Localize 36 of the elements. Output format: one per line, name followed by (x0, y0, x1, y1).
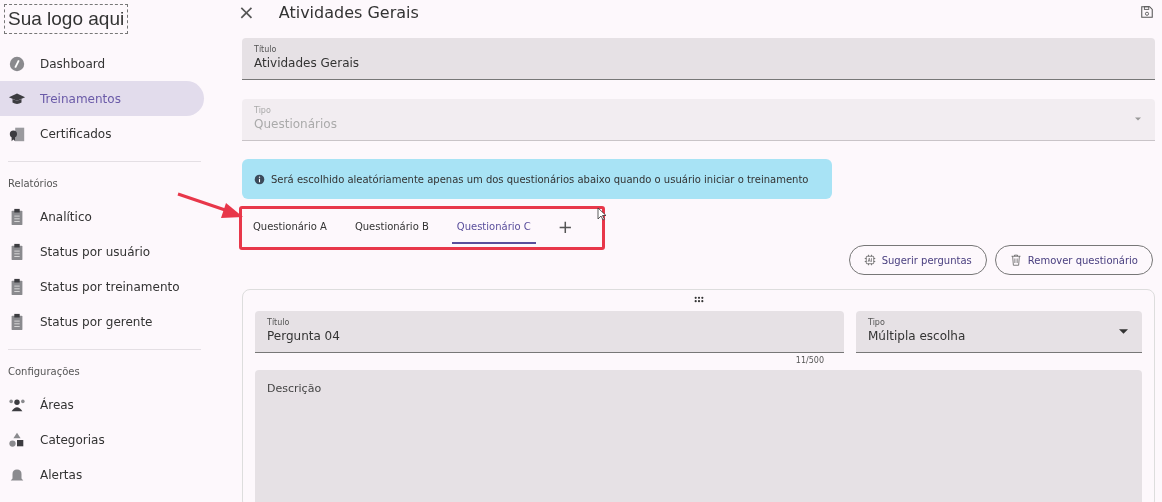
caret-icon (1119, 329, 1128, 334)
remove-button[interactable]: Remover questionário (994, 245, 1153, 275)
question-type-select[interactable]: Tipo Múltipla escolha (856, 311, 1142, 353)
tab[interactable]: Questionário B (349, 213, 434, 244)
cursor-icon (597, 207, 607, 221)
sidebar-item[interactable]: Dashboard (0, 46, 204, 81)
sidebar-item[interactable]: Certificados (0, 116, 204, 151)
sidebar-item[interactable]: Treinamentos (0, 81, 204, 116)
title-field[interactable]: Título Atividades Gerais (242, 38, 1155, 80)
sidebar-item[interactable]: Analítico (0, 199, 204, 234)
gauge-icon (8, 54, 26, 73)
sidebar-item[interactable]: Status por gerente (0, 304, 204, 339)
sidebar-item[interactable]: Categorias (0, 422, 204, 457)
sidebar-item[interactable]: Status por usuário (0, 234, 204, 269)
info-text: Será escolhido aleatóriamente apenas um dos questionários abaixo quando o usuário iniciar o treinamento (271, 173, 809, 185)
add-tab-button[interactable]: + (553, 216, 577, 237)
drag-handle-icon[interactable] (693, 296, 704, 303)
character-counter: 11/500 (795, 355, 825, 367)
section-heading: Configurações (7, 365, 81, 379)
sidebar-item[interactable]: Áreas (0, 387, 204, 422)
info-icon (254, 173, 265, 185)
tab[interactable]: Questionário C (451, 213, 536, 244)
trash-icon (1009, 254, 1022, 266)
page-title: Atividades Gerais (278, 2, 420, 22)
caret-icon (1135, 117, 1141, 121)
section-heading: Relatórios (7, 177, 59, 191)
sidebar-item[interactable]: Status por treinamento (0, 269, 204, 304)
close-button[interactable]: × (234, 0, 259, 24)
logo: Sua logo aqui (4, 4, 129, 34)
tab[interactable]: Questionário A (248, 213, 332, 244)
question-title-field[interactable]: Título Pergunta 04 (255, 311, 844, 353)
chip-icon (863, 254, 876, 266)
save-icon[interactable] (1140, 5, 1154, 19)
sidebar-item[interactable]: Alertas (0, 457, 204, 492)
description-field[interactable]: Descrição (255, 370, 1142, 502)
suggest-button[interactable]: Sugerir perguntas (848, 245, 987, 275)
